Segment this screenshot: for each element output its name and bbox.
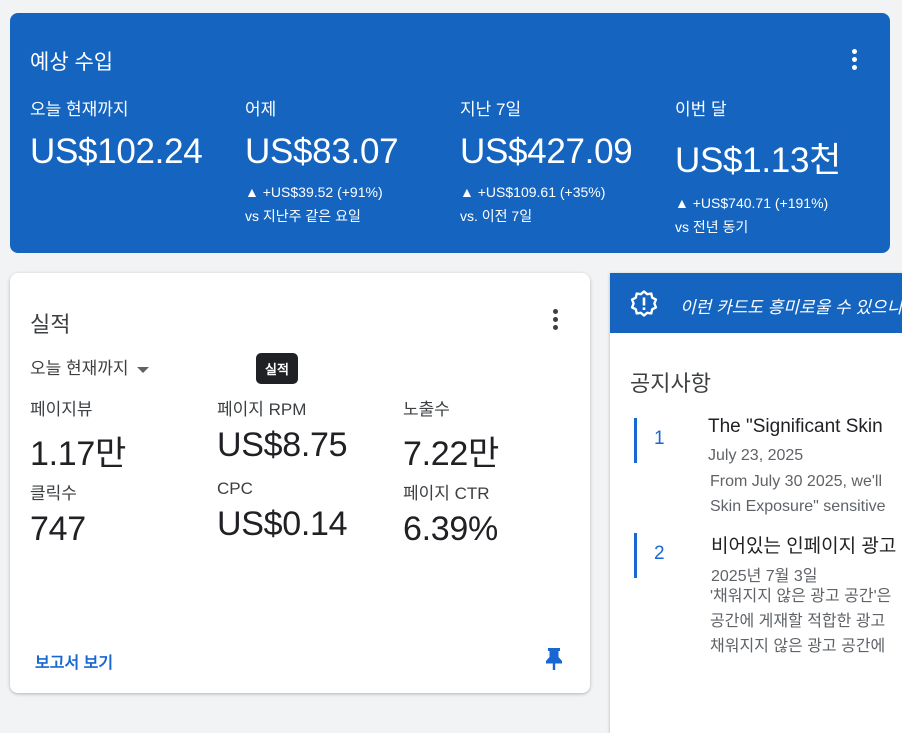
stat-page-ctr[interactable]: 페이지 CTR 6.39% [403, 479, 498, 549]
metric-label: 지난 7일 [460, 100, 522, 119]
metric-compare: vs 지난주 같은 요일 [245, 208, 361, 224]
promo-banner[interactable]: 이런 카드도 흥미로울 수 있으니 [610, 273, 902, 333]
metric-yesterday[interactable]: 어제 US$83.07 ▲ +US$39.52 (+91%) vs 지난주 같은… [245, 95, 399, 226]
notice-title[interactable]: 비어있는 인페이지 광고 [711, 531, 896, 558]
notice-date: 2025년 7월 3일 [711, 568, 818, 585]
notice-body: '채워지지 않은 광고 공간'은 공간에 게재할 적합한 광고 채워지지 않은 … [710, 588, 892, 655]
stat-value: US$8.75 [217, 426, 348, 464]
date-range-value: 오늘 현재까지 [30, 359, 129, 378]
notice-title[interactable]: The "Significant Skin [708, 416, 883, 438]
metric-compare: vs. 이전 7일 [460, 208, 533, 224]
performance-card: 실적 오늘 현재까지 실적 페이지뷰 1.17만 페이지 RPM US$8.75… [10, 273, 590, 693]
metric-value: US$83.07 [245, 132, 399, 171]
new-badge-icon [630, 290, 658, 317]
performance-title: 실적 [30, 312, 71, 337]
caret-down-icon [136, 366, 149, 373]
notices-card: 이런 카드도 흥미로울 수 있으니 공지사항 1 The "Significan… [610, 273, 902, 733]
notice-item[interactable]: 2 비어있는 인페이지 광고 2025년 7월 3일 '채워지지 않은 광고 공… [610, 531, 902, 661]
metric-change: ▲ +US$39.52 (+91%) [245, 184, 383, 200]
metric-compare: vs 전년 동기 [675, 219, 749, 235]
stat-label: 페이지 RPM [217, 400, 307, 419]
stat-clicks[interactable]: 클릭수 747 [30, 479, 86, 549]
metric-value: US$102.24 [30, 132, 203, 171]
metric-label: 오늘 현재까지 [30, 100, 129, 119]
metric-label: 이번 달 [675, 100, 727, 119]
metric-change: ▲ +US$109.61 (+35%) [460, 184, 606, 200]
date-range-dropdown[interactable]: 오늘 현재까지 [30, 354, 149, 379]
notice-indicator [634, 533, 637, 578]
stat-page-rpm[interactable]: 페이지 RPM US$8.75 [217, 395, 348, 465]
more-options-icon[interactable] [543, 307, 567, 331]
stat-label: 페이지뷰 [30, 400, 93, 419]
stat-pageviews[interactable]: 페이지뷰 1.17만 [30, 395, 126, 475]
estimated-earnings-card: 예상 수입 오늘 현재까지 US$102.24 어제 US$83.07 ▲ +U… [10, 13, 890, 253]
pin-icon[interactable] [543, 647, 565, 671]
notice-number: 2 [654, 543, 665, 564]
earnings-title: 예상 수입 [30, 51, 114, 74]
notice-date: July 23, 2025 [708, 447, 804, 464]
stat-label: 클릭수 [30, 484, 77, 503]
tooltip: 실적 [256, 353, 298, 384]
metric-value: US$427.09 [460, 132, 633, 171]
stat-value: US$0.14 [217, 505, 348, 543]
metric-label: 어제 [245, 100, 277, 119]
view-report-link[interactable]: 보고서 보기 [35, 649, 113, 673]
promo-text: 이런 카드도 흥미로울 수 있으니 [680, 298, 902, 317]
stat-label: 페이지 CTR [403, 484, 490, 503]
stat-value: 1.17만 [30, 435, 126, 473]
stat-value: 747 [30, 510, 86, 548]
metric-value: US$1.13천 [675, 141, 842, 180]
stat-impressions[interactable]: 노출수 7.22만 [403, 395, 499, 475]
notice-number: 1 [654, 428, 665, 449]
stat-label: CPC [217, 479, 253, 498]
metric-change: ▲ +US$740.71 (+191%) [675, 195, 829, 211]
more-options-icon[interactable] [842, 47, 866, 71]
metric-last-7-days[interactable]: 지난 7일 US$427.09 ▲ +US$109.61 (+35%) vs. … [460, 95, 633, 226]
stat-value: 6.39% [403, 510, 498, 548]
notice-item[interactable]: 1 The "Significant Skin July 23, 2025 Fr… [610, 415, 902, 515]
notice-body: From July 30 2025, we'll Skin Exposure" … [710, 473, 886, 515]
metric-this-month[interactable]: 이번 달 US$1.13천 ▲ +US$740.71 (+191%) vs 전년… [675, 95, 841, 237]
notices-title: 공지사항 [630, 371, 711, 396]
stat-label: 노출수 [403, 400, 450, 419]
notice-indicator [634, 418, 637, 463]
stat-value: 7.22만 [403, 435, 499, 473]
metric-today[interactable]: 오늘 현재까지 US$102.24 [30, 95, 203, 172]
stat-cpc[interactable]: CPC US$0.14 [217, 479, 348, 544]
